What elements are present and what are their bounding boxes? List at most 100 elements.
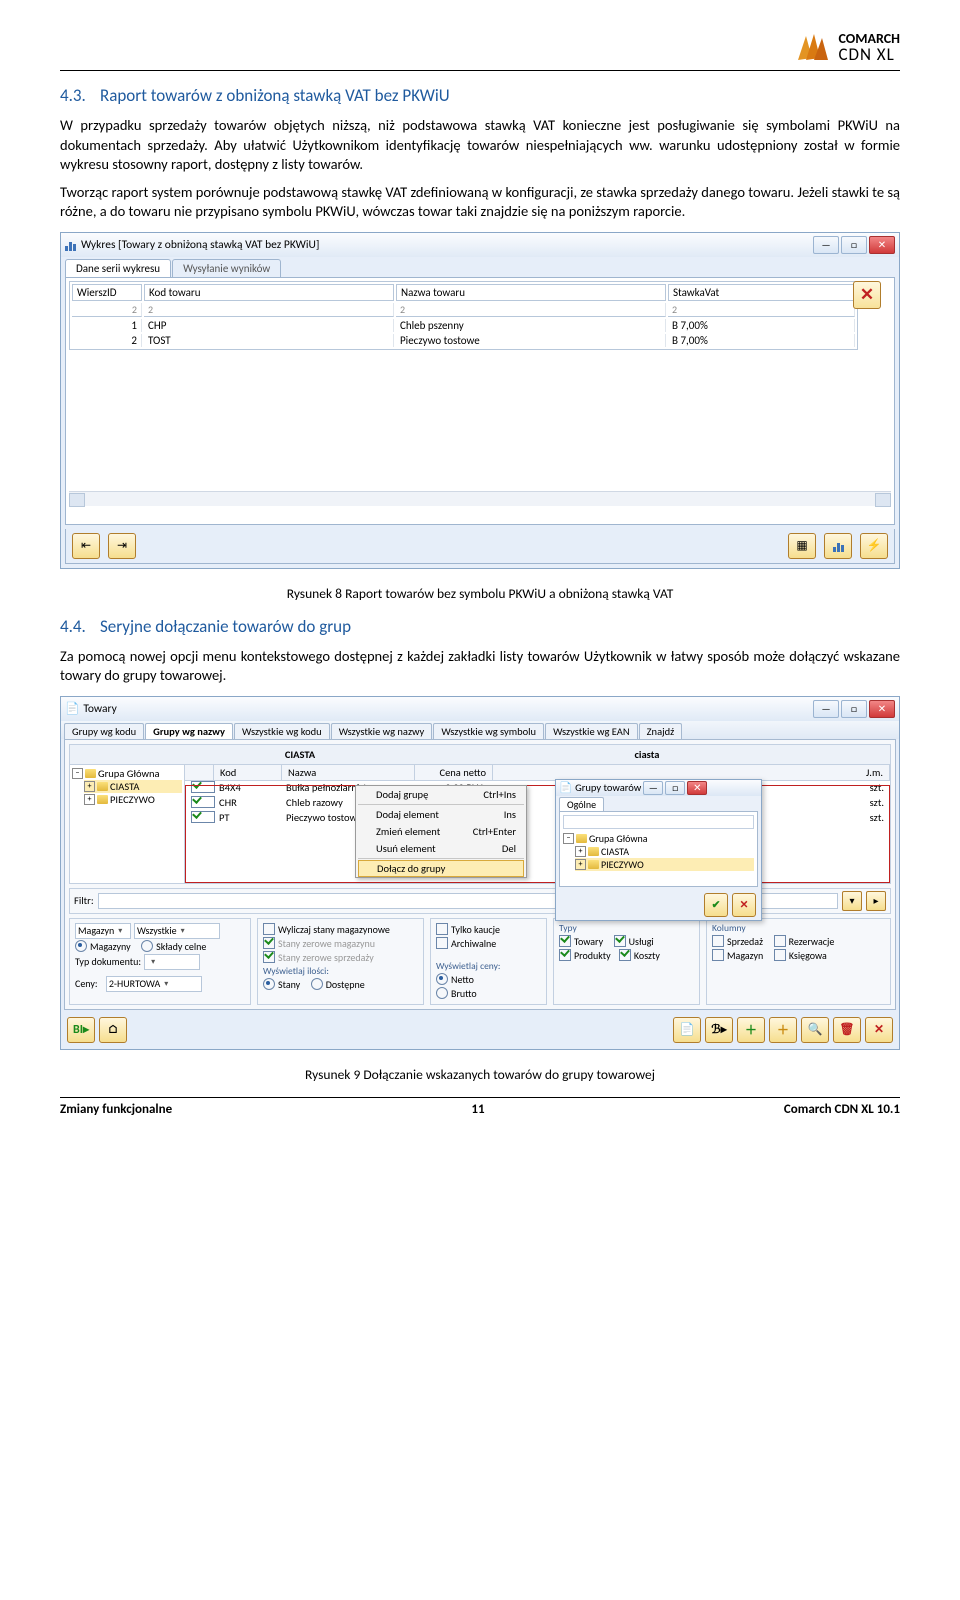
group-tree[interactable]: −Grupa Główna +CIASTA +PIECZYWO: [70, 765, 185, 883]
close-action-button[interactable]: ✕: [865, 1017, 893, 1043]
detail-button[interactable]: ℬ▸: [705, 1017, 733, 1043]
horizontal-scrollbar[interactable]: [69, 491, 891, 506]
menu-zmien-element[interactable]: Zmień elementCtrl+Enter: [356, 823, 526, 840]
minimize-button[interactable]: —: [643, 781, 663, 795]
delete-button[interactable]: 🗑: [833, 1017, 861, 1043]
table-row[interactable]: 2 TOST Pieczywo tostowe B 7,00%: [72, 334, 855, 347]
filter-builder-button[interactable]: ▾: [842, 891, 862, 911]
result-grid[interactable]: WierszID Kod towaru Nazwa towaru StawkaV…: [69, 281, 858, 350]
magazyn-value[interactable]: Wszystkie: [134, 923, 220, 939]
options-kolumny: Kolumny Sprzedaż Rezerwacje Magazyn Księ…: [706, 918, 891, 1005]
chk-magazyn[interactable]: [712, 949, 724, 961]
maximize-button[interactable]: □: [841, 236, 867, 254]
folder-icon: [97, 782, 108, 791]
chk-sprzedaz[interactable]: [712, 935, 724, 947]
footer-page: 11: [471, 1102, 484, 1117]
col-jm[interactable]: J.m.: [493, 765, 890, 780]
menu-usun-element[interactable]: Usuń elementDel: [356, 840, 526, 857]
col-kod[interactable]: Kod towaru: [144, 284, 394, 301]
close-button[interactable]: ✕: [869, 700, 895, 718]
para-44-1: Za pomocą nowej opcji menu kontekstowego…: [60, 647, 900, 686]
last-page-button[interactable]: ⇥: [108, 533, 136, 559]
col-kod[interactable]: Kod: [214, 765, 282, 780]
footer-right: Comarch CDN XL 10.1: [784, 1102, 900, 1117]
delete-button[interactable]: ✕: [853, 281, 881, 309]
export-button[interactable]: ▦: [788, 533, 816, 559]
list-item[interactable]: CHRChleb razowy0,00 PLNszt.: [185, 796, 890, 811]
folder-icon: [85, 769, 96, 778]
window-grupy-towarow: 📄 Grupy towarów — □ ✕ Ogólne −Grupa Głów…: [555, 779, 762, 921]
header-logo: COMARCH CDN XL: [60, 30, 900, 66]
options-kaucje: Tylko kaucje Archiwalne Wyświetlaj ceny:…: [430, 918, 547, 1005]
heading-4-3: 4.3.Raport towarów z obniżoną stawką VAT…: [60, 85, 900, 106]
list-item[interactable]: B4X4Bułka pełnoziarnista0,00 PLNszt.: [185, 781, 890, 796]
minimize-button[interactable]: —: [813, 236, 839, 254]
group-button[interactable]: ⌂: [99, 1017, 127, 1043]
add-sub-button[interactable]: ＋: [769, 1017, 797, 1043]
ceny-combo[interactable]: 2-HURTOWA: [106, 976, 202, 992]
window-title: Wykres [Towary z obniżoną stawką VAT bez…: [81, 238, 319, 252]
ok-button[interactable]: ✔: [704, 893, 728, 917]
figure-caption-9: Rysunek 9 Dołączanie wskazanych towarów …: [60, 1066, 900, 1083]
chart-button[interactable]: BI▸: [67, 1017, 95, 1043]
typdok-combo[interactable]: [144, 954, 200, 970]
col-nazwa[interactable]: Nazwa towaru: [396, 284, 666, 301]
radio-netto[interactable]: [436, 973, 448, 985]
para-43-2: Tworząc raport system porównuje podstawo…: [60, 183, 900, 222]
maximize-button[interactable]: □: [665, 781, 685, 795]
chk-kaucje[interactable]: [436, 923, 448, 935]
col-cena[interactable]: Cena netto: [415, 765, 493, 780]
col-stawka[interactable]: StawkaVat: [668, 284, 855, 301]
chk-zerowe-sprz[interactable]: [263, 951, 275, 963]
group-name-label: ciasta: [406, 747, 888, 762]
close-button[interactable]: ✕: [869, 236, 895, 254]
menu-dolacz-do-grupy[interactable]: Dołącz do grupy: [358, 860, 524, 877]
chk-koszty[interactable]: [619, 949, 631, 961]
menu-dodaj-grupe[interactable]: Dodaj grupęCtrl+Ins: [356, 786, 526, 803]
subwin-tree[interactable]: −Grupa Główna +CIASTA +PIECZYWO: [559, 811, 758, 887]
tab-wsz-kod[interactable]: Wszystkie wg kodu: [234, 723, 330, 739]
tab-znajdz[interactable]: Znajdź: [639, 723, 683, 739]
list-item[interactable]: PTPieczywo tostoweszt.: [185, 811, 890, 826]
tab-wsz-symbol[interactable]: Wszystkie wg symbolu: [433, 723, 544, 739]
logo-product: CDN XL: [838, 46, 900, 65]
filter-apply-button[interactable]: ▸: [866, 891, 886, 911]
magazyn-label[interactable]: Magazyn: [75, 923, 131, 939]
heading-4-4: 4.4.Seryjne dołączanie towarów do grup: [60, 616, 900, 637]
radio-stany[interactable]: [263, 978, 275, 990]
col-nazwa[interactable]: Nazwa: [282, 765, 415, 780]
chk-ksiegowa[interactable]: [774, 949, 786, 961]
tab-ogolne[interactable]: Ogólne: [559, 797, 604, 811]
refresh-button[interactable]: ⚡: [860, 533, 888, 559]
radio-dostepne[interactable]: [311, 978, 323, 990]
chk-uslugi[interactable]: [614, 935, 626, 947]
footer-left: Zmiany funkcjonalne: [60, 1102, 172, 1117]
chk-archiwalne[interactable]: [436, 937, 448, 949]
tab-grupy-nazwy[interactable]: Grupy wg nazwy: [145, 723, 233, 739]
tab-wsz-nazwy[interactable]: Wszystkie wg nazwy: [331, 723, 433, 739]
window-title: Towary: [83, 702, 116, 716]
tab-dane-serii[interactable]: Dane serii wykresu: [65, 259, 171, 277]
cancel-button[interactable]: ✕: [732, 893, 756, 917]
chart-button[interactable]: [824, 533, 852, 559]
minimize-button[interactable]: —: [813, 700, 839, 718]
radio-sklady[interactable]: [141, 940, 153, 952]
maximize-button[interactable]: □: [841, 700, 867, 718]
radio-brutto[interactable]: [436, 987, 448, 999]
tab-grupy-kod[interactable]: Grupy wg kodu: [64, 723, 144, 739]
table-row[interactable]: 1 CHP Chleb pszenny B 7,00%: [72, 319, 855, 332]
tab-wysylanie[interactable]: Wysyłanie wyników: [172, 259, 281, 277]
find-button[interactable]: 🔍: [801, 1017, 829, 1043]
context-menu: Dodaj grupęCtrl+Ins Dodaj elementIns Zmi…: [355, 785, 527, 878]
tabs-bar: Grupy wg kodu Grupy wg nazwy Wszystkie w…: [61, 721, 899, 739]
close-button[interactable]: ✕: [687, 781, 707, 795]
radio-magazyny[interactable]: [75, 940, 87, 952]
chk-produkty[interactable]: [559, 949, 571, 961]
menu-dodaj-element[interactable]: Dodaj elementIns: [356, 806, 526, 823]
first-page-button[interactable]: ⇤: [72, 533, 100, 559]
tab-wsz-ean[interactable]: Wszystkie wg EAN: [545, 723, 638, 739]
chk-rezerwacje[interactable]: [774, 935, 786, 947]
new-card-button[interactable]: 📄: [673, 1017, 701, 1043]
col-wierszid[interactable]: WierszID: [72, 284, 142, 301]
add-button[interactable]: ＋: [737, 1017, 765, 1043]
